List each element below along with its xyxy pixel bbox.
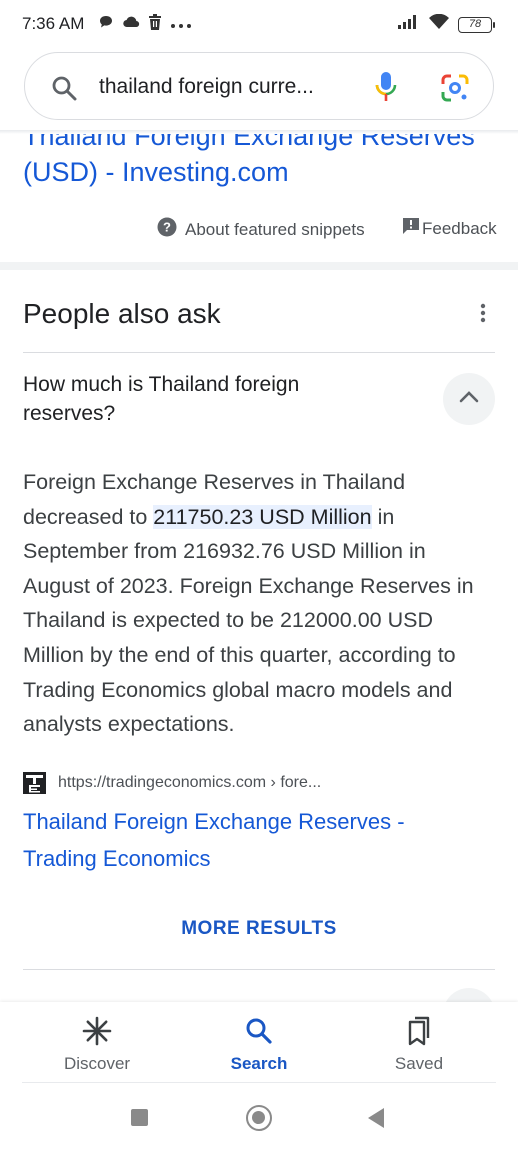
- bottom-navigation: Discover Search Saved: [0, 1002, 518, 1084]
- nav-discover-label: Discover: [63, 1054, 131, 1073]
- search-header-shadow: [0, 130, 518, 134]
- result-source[interactable]: https://tradingeconomics.com › fore...: [23, 772, 321, 794]
- source-url: https://tradingeconomics.com › fore...: [58, 774, 322, 791]
- divider: [23, 352, 495, 353]
- recent-apps-icon[interactable]: [131, 1109, 148, 1126]
- nav-search[interactable]: Search: [199, 1014, 319, 1074]
- status-notification-icons: [98, 14, 192, 35]
- feedback-icon: [402, 217, 420, 240]
- featured-snippet-clip: Thailand Foreign Exchange Reserves (USD)…: [0, 132, 518, 200]
- nav-saved[interactable]: Saved: [359, 1014, 479, 1074]
- search-icon: [199, 1014, 319, 1048]
- status-system-icons: 78: [398, 13, 495, 35]
- chat-bubble-icon: [98, 14, 114, 35]
- about-featured-snippets-label: About featured snippets: [185, 219, 365, 239]
- wifi-icon: [428, 13, 450, 35]
- result-title-link[interactable]: Thailand Foreign Exchange Reserves - Tra…: [23, 803, 443, 877]
- divider: [23, 969, 495, 970]
- trash-icon: [148, 14, 162, 35]
- cloud-icon: [122, 15, 140, 34]
- search-icon[interactable]: [51, 75, 77, 106]
- asterisk-icon: [37, 1014, 157, 1048]
- featured-snippet-link[interactable]: Thailand Foreign Exchange Reserves (USD)…: [23, 132, 503, 190]
- divider: [22, 1082, 496, 1083]
- feedback-label: Feedback: [422, 218, 497, 238]
- more-results-button[interactable]: MORE RESULTS: [0, 918, 518, 940]
- nav-search-label: Search: [230, 1054, 288, 1073]
- collapse-button[interactable]: [443, 373, 495, 425]
- status-time: 7:36 AM: [22, 14, 85, 33]
- search-box[interactable]: thailand foreign curre...: [24, 52, 494, 120]
- help-circle-icon: ?: [157, 217, 177, 242]
- home-icon[interactable]: [246, 1105, 272, 1131]
- feedback-button[interactable]: Feedback: [402, 217, 497, 240]
- chevron-up-icon: [459, 390, 479, 408]
- status-bar: 7:36 AM 78: [0, 0, 518, 48]
- battery-icon: 78: [458, 16, 495, 33]
- paa-question[interactable]: How much is Thailand foreign reserves?: [23, 370, 383, 428]
- back-icon[interactable]: [368, 1108, 384, 1128]
- nav-saved-label: Saved: [394, 1054, 444, 1073]
- trading-economics-logo-icon: [23, 772, 46, 794]
- svg-text:?: ?: [163, 220, 171, 235]
- people-also-ask-title: People also ask: [23, 298, 221, 329]
- bookmarks-icon: [359, 1014, 479, 1048]
- signal-icon: [398, 15, 420, 34]
- answer-text-end: in September from 216932.76 USD Million …: [23, 504, 474, 737]
- mic-icon[interactable]: [375, 71, 397, 108]
- about-featured-snippets[interactable]: ? About featured snippets: [157, 217, 365, 242]
- section-divider: [0, 262, 518, 270]
- more-vert-icon[interactable]: [480, 303, 486, 328]
- search-input[interactable]: thailand foreign curre...: [99, 75, 314, 99]
- system-navigation-bar: [0, 1084, 518, 1152]
- paa-answer: Foreign Exchange Reserves in Thailand de…: [23, 465, 493, 742]
- more-dots-icon: [170, 16, 192, 34]
- lens-icon[interactable]: [440, 73, 470, 108]
- nav-discover[interactable]: Discover: [37, 1014, 157, 1074]
- answer-highlight: 211750.23 USD Million: [153, 504, 372, 529]
